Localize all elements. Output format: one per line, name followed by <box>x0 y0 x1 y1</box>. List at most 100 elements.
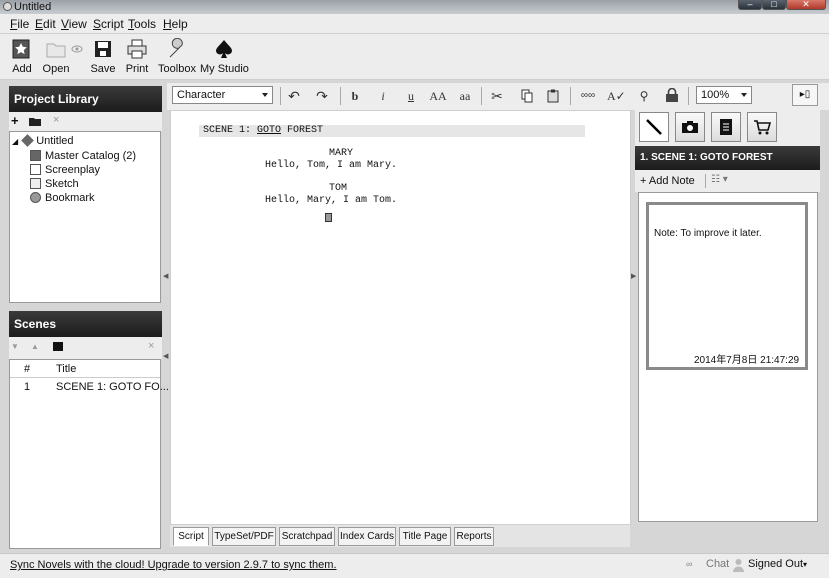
toggle-right-panel-button[interactable]: ▸▯ <box>792 84 818 106</box>
glasses-icon[interactable]: ∞∞ <box>578 87 598 105</box>
scene-heading[interactable]: SCENE 1: GOTO FOREST <box>203 125 323 137</box>
scene-move-down-icon[interactable]: ▼ <box>11 342 19 351</box>
maximize-icon[interactable]: □ <box>762 0 786 10</box>
undo-icon[interactable]: ↶ <box>287 87 301 105</box>
left-splitter-handle[interactable]: ◀ <box>163 272 168 280</box>
sync-upgrade-link[interactable]: Sync Novels with the cloud! Upgrade to v… <box>10 558 337 572</box>
text-cursor-marker <box>325 213 332 222</box>
notes-scene-title: 1. SCENE 1: GOTO FOREST <box>635 146 820 170</box>
scene-move-up-icon[interactable]: ▲ <box>31 342 39 351</box>
tab-images[interactable] <box>675 112 705 142</box>
menu-view[interactable]: View <box>61 17 87 31</box>
note-card[interactable]: Note: To improve it later. 2014年7月8日 21:… <box>646 202 808 370</box>
library-folder-icon[interactable] <box>29 117 41 126</box>
cut-scissors-icon[interactable]: ✂ <box>489 87 505 105</box>
eye-icon[interactable] <box>71 44 83 54</box>
add-star-icon <box>12 39 30 59</box>
menu-edit[interactable]: Edit <box>35 17 56 31</box>
window-title: Untitled <box>14 1 52 13</box>
element-type-select[interactable]: Character <box>172 86 273 104</box>
notes-toolbar: + Add Note ☷ ▾ <box>635 170 820 192</box>
folder-icon <box>46 43 66 58</box>
tab-reports[interactable]: Reports <box>454 527 494 546</box>
left-splitter-handle-lower[interactable]: ◀ <box>163 352 168 360</box>
my-studio-button[interactable]: My Studio <box>200 36 249 78</box>
scenes-table-header: # Title <box>10 360 160 378</box>
table-row[interactable]: 1 SCENE 1: GOTO FO... <box>10 379 169 395</box>
menu-bar: File Edit View Script Tools Help <box>0 14 829 34</box>
camera-icon <box>682 121 698 133</box>
menu-tools[interactable]: Tools <box>128 17 156 31</box>
script-editor[interactable]: SCENE 1: GOTO FOREST MARY Hello, Tom, I … <box>170 110 631 525</box>
character-name-mary[interactable]: MARY <box>329 148 353 160</box>
note-text: Note: To improve it later. <box>654 228 762 239</box>
tab-typeset-pdf[interactable]: TypeSet/PDF <box>212 527 276 546</box>
uppercase-button[interactable]: AA <box>427 87 449 105</box>
menu-help[interactable]: Help <box>163 17 188 31</box>
add-note-button[interactable]: + Add Note <box>640 175 695 187</box>
tree-item-master-catalog[interactable]: Master Catalog (2) <box>30 149 136 163</box>
document-icon <box>720 119 732 135</box>
tree-item-sketch[interactable]: Sketch <box>30 177 79 191</box>
lock-icon[interactable] <box>665 88 679 103</box>
search-icon[interactable]: ⚲ <box>637 87 651 105</box>
tree-item-bookmark[interactable]: Bookmark <box>30 191 95 205</box>
tab-script[interactable]: Script <box>173 527 209 546</box>
tree-expand-icon[interactable]: ◢ <box>12 137 18 146</box>
pencil-icon <box>646 119 662 135</box>
character-name-tom[interactable]: TOM <box>329 183 347 195</box>
note-view-options-icon[interactable]: ☷ ▾ <box>711 174 728 185</box>
tab-document[interactable] <box>711 112 741 142</box>
paste-clipboard-icon[interactable] <box>547 89 559 103</box>
format-toolbar: Character ↶ ↷ b i u AA aa ✂ ∞∞ A✓ ⚲ 100%… <box>167 83 829 110</box>
tree-root-untitled[interactable]: ◢ Untitled <box>12 134 74 149</box>
dialogue-tom[interactable]: Hello, Mary, I am Tom. <box>265 195 397 207</box>
lowercase-button[interactable]: aa <box>457 87 473 105</box>
redo-icon[interactable]: ↷ <box>315 87 329 105</box>
chevron-down-icon <box>262 93 268 97</box>
toolbox-button[interactable]: Toolbox <box>156 36 198 78</box>
spellcheck-icon[interactable]: A✓ <box>607 87 626 105</box>
project-tree: ◢ Untitled Master Catalog (2) Screenplay… <box>9 131 161 303</box>
tree-splitter-handle[interactable] <box>38 302 132 305</box>
menu-script[interactable]: Script <box>93 17 124 31</box>
close-icon[interactable]: ✕ <box>786 0 826 10</box>
save-button[interactable]: Save <box>89 36 117 78</box>
italic-button[interactable]: i <box>377 87 389 105</box>
sketch-doc-icon <box>30 178 41 189</box>
open-button[interactable]: Open <box>40 36 72 78</box>
signed-out-menu[interactable]: Signed Out▾ <box>748 558 807 570</box>
tab-store[interactable] <box>747 112 777 142</box>
scene-cards-icon[interactable] <box>53 342 63 351</box>
tree-item-screenplay[interactable]: Screenplay <box>30 163 100 177</box>
right-splitter-handle[interactable]: ▶ <box>631 272 636 280</box>
notes-list: Note: To improve it later. 2014年7月8日 21:… <box>638 192 818 522</box>
underline-button[interactable]: u <box>405 87 417 105</box>
project-library-header: Project Library <box>9 86 162 112</box>
library-add-icon[interactable]: + <box>11 114 19 127</box>
chat-button[interactable]: Chat <box>706 558 729 570</box>
add-button[interactable]: Add <box>8 36 36 78</box>
tab-scratchpad[interactable]: Scratchpad <box>279 527 335 546</box>
library-mini-toolbar: + × <box>9 112 162 131</box>
library-delete-icon[interactable]: × <box>53 114 59 126</box>
spade-icon <box>216 40 232 58</box>
print-button[interactable]: Print <box>122 36 152 78</box>
tab-title-page[interactable]: Title Page <box>399 527 451 546</box>
minimize-icon[interactable]: – <box>738 0 762 10</box>
status-bar: Sync Novels with the cloud! Upgrade to v… <box>0 553 829 578</box>
catalog-icon <box>30 150 41 161</box>
col-header-number: # <box>24 363 31 375</box>
tab-index-cards[interactable]: Index Cards <box>338 527 396 546</box>
copy-icon[interactable] <box>521 89 533 103</box>
tab-notes[interactable] <box>639 112 669 142</box>
scene-delete-icon[interactable]: × <box>148 340 154 352</box>
dialogue-mary[interactable]: Hello, Tom, I am Mary. <box>265 160 397 172</box>
right-panel-tabs <box>635 110 820 146</box>
menu-file[interactable]: File <box>10 17 29 31</box>
col-header-title: Title <box>56 363 77 375</box>
bold-button[interactable]: b <box>349 87 361 105</box>
zoom-select[interactable]: 100% <box>696 86 752 104</box>
printer-icon <box>127 39 147 59</box>
bottom-tab-bar: Script TypeSet/PDF Scratchpad Index Card… <box>170 525 630 547</box>
